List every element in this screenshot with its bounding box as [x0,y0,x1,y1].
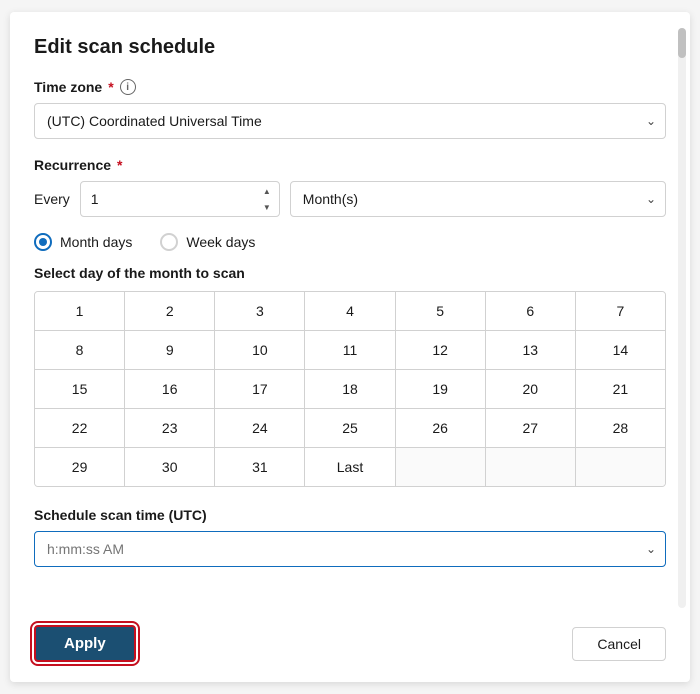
spinbox-down-arrow[interactable]: ▼ [256,199,278,215]
timezone-info-icon[interactable]: i [120,79,136,95]
cal-cell-19[interactable]: 19 [396,370,486,408]
every-spinbox-wrapper: ▲ ▼ [80,181,280,217]
cal-cell-last[interactable]: Last [305,448,395,486]
cal-row-5: 29 30 31 Last [35,448,665,486]
scrollbar-thumb [678,28,686,58]
timezone-select-wrapper: (UTC) Coordinated Universal Time ⌄ [34,103,666,139]
every-input[interactable] [80,181,280,217]
cal-cell-1[interactable]: 1 [35,292,125,330]
every-label: Every [34,191,70,207]
recurrence-period-wrapper: Month(s) Day(s) Week(s) Year(s) ⌄ [290,181,666,217]
cal-cell-20[interactable]: 20 [486,370,576,408]
timezone-required: * [108,79,113,95]
cal-cell-2[interactable]: 2 [125,292,215,330]
spinbox-up-arrow[interactable]: ▲ [256,183,278,199]
scrollbar[interactable] [678,28,686,608]
cal-cell-16[interactable]: 16 [125,370,215,408]
cal-cell-15[interactable]: 15 [35,370,125,408]
day-type-radio-group: Month days Week days [34,233,666,251]
cal-cell-6[interactable]: 6 [486,292,576,330]
cal-cell-8[interactable]: 8 [35,331,125,369]
page-title: Edit scan schedule [34,36,666,59]
cal-cell-empty-1 [396,448,486,486]
cal-cell-3[interactable]: 3 [215,292,305,330]
cal-cell-30[interactable]: 30 [125,448,215,486]
recurrence-row: Every ▲ ▼ Month(s) Day(s) Week(s) Year(s… [34,181,666,217]
time-input-wrapper: ⌄ [34,531,666,567]
cal-row-4: 22 23 24 25 26 27 28 [35,409,665,448]
cal-cell-27[interactable]: 27 [486,409,576,447]
cal-cell-7[interactable]: 7 [576,292,665,330]
footer: Apply Cancel [34,609,666,682]
schedule-time-section: Schedule scan time (UTC) ⌄ [34,507,666,567]
cal-cell-23[interactable]: 23 [125,409,215,447]
cal-cell-12[interactable]: 12 [396,331,486,369]
cal-cell-empty-3 [576,448,665,486]
cal-cell-21[interactable]: 21 [576,370,665,408]
cal-cell-29[interactable]: 29 [35,448,125,486]
timezone-label: Time zone * i [34,79,666,95]
cal-cell-5[interactable]: 5 [396,292,486,330]
edit-scan-schedule-panel: Edit scan schedule Time zone * i (UTC) C… [10,12,690,682]
cal-cell-10[interactable]: 10 [215,331,305,369]
cal-cell-empty-2 [486,448,576,486]
recurrence-label: Recurrence * [34,157,666,173]
calendar-grid: 1 2 3 4 5 6 7 8 9 10 11 12 13 14 15 16 1… [34,291,666,487]
cal-cell-17[interactable]: 17 [215,370,305,408]
week-days-radio-item[interactable]: Week days [160,233,255,251]
cal-row-1: 1 2 3 4 5 6 7 [35,292,665,331]
cal-cell-13[interactable]: 13 [486,331,576,369]
cal-cell-14[interactable]: 14 [576,331,665,369]
cal-cell-18[interactable]: 18 [305,370,395,408]
cal-cell-25[interactable]: 25 [305,409,395,447]
month-days-radio-circle [34,233,52,251]
month-days-radio-dot [39,238,47,246]
cal-cell-11[interactable]: 11 [305,331,395,369]
cal-cell-9[interactable]: 9 [125,331,215,369]
cancel-button[interactable]: Cancel [572,627,666,661]
calendar-section-label: Select day of the month to scan [34,265,666,281]
recurrence-required: * [117,157,122,173]
cal-cell-31[interactable]: 31 [215,448,305,486]
spinbox-arrows: ▲ ▼ [256,183,278,215]
cal-cell-28[interactable]: 28 [576,409,665,447]
recurrence-period-select[interactable]: Month(s) Day(s) Week(s) Year(s) [290,181,666,217]
cal-cell-26[interactable]: 26 [396,409,486,447]
week-days-label: Week days [186,234,255,250]
cal-cell-4[interactable]: 4 [305,292,395,330]
time-input[interactable] [34,531,666,567]
apply-button[interactable]: Apply [34,625,136,662]
schedule-time-label: Schedule scan time (UTC) [34,507,666,523]
cal-row-3: 15 16 17 18 19 20 21 [35,370,665,409]
timezone-select[interactable]: (UTC) Coordinated Universal Time [34,103,666,139]
week-days-radio-circle [160,233,178,251]
month-days-label: Month days [60,234,132,250]
cal-cell-24[interactable]: 24 [215,409,305,447]
cal-row-2: 8 9 10 11 12 13 14 [35,331,665,370]
month-days-radio-item[interactable]: Month days [34,233,132,251]
cal-cell-22[interactable]: 22 [35,409,125,447]
